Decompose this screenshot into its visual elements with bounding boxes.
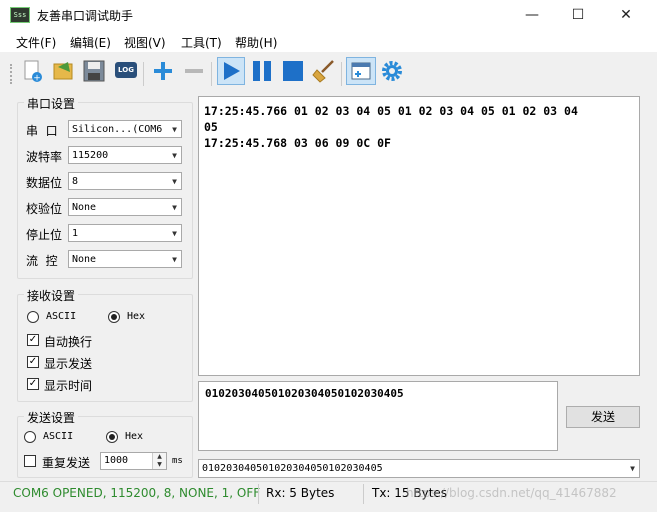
port-value: Silicon...(COM6 <box>72 124 163 135</box>
flow-label: 流 控 <box>26 254 58 268</box>
receive-hex-label: Hex <box>127 311 146 322</box>
status-divider <box>258 484 259 504</box>
clear-broom-icon[interactable] <box>311 58 337 84</box>
send-button[interactable]: 发送 <box>566 406 640 428</box>
send-hex-radio[interactable] <box>106 431 118 443</box>
send-hex-label: Hex <box>125 431 144 442</box>
toolbar: + LOG <box>0 54 657 88</box>
play-button[interactable] <box>217 57 245 85</box>
status-bar: COM6 OPENED, 115200, 8, NONE, 1, OFF Rx:… <box>0 481 657 512</box>
stopbits-select[interactable]: 1 ▼ <box>68 224 182 242</box>
auto-wrap-checkbox[interactable]: ✓ <box>27 334 39 346</box>
save-icon[interactable] <box>81 58 107 84</box>
window-toggle-button[interactable] <box>346 57 376 85</box>
gear-icon[interactable] <box>379 58 405 84</box>
parity-select[interactable]: None ▼ <box>68 198 182 216</box>
play-icon <box>224 62 240 80</box>
databits-value: 8 <box>72 176 79 187</box>
maximize-button[interactable]: ☐ <box>555 0 601 30</box>
send-ascii-radio[interactable] <box>24 431 36 443</box>
receive-line: 17:25:45.768 03 06 09 0C 0F <box>204 136 391 150</box>
pause-icon[interactable] <box>249 58 275 84</box>
log-label: LOG <box>115 62 137 78</box>
baud-label: 波特率 <box>26 150 63 164</box>
send-history-select[interactable]: 010203040501020304050102030405 ▼ <box>198 459 640 478</box>
stop-icon[interactable] <box>280 58 306 84</box>
databits-label: 数据位 <box>26 176 63 190</box>
send-ascii-label: ASCII <box>43 431 74 442</box>
log-icon[interactable]: LOG <box>113 58 139 84</box>
receive-line: 17:25:45.766 01 02 03 04 05 01 02 03 04 … <box>204 104 578 118</box>
receive-line: 05 <box>204 120 218 134</box>
repeat-send-checkbox[interactable] <box>24 455 36 467</box>
rx-count: Rx: 5 Bytes <box>266 486 335 500</box>
window-title: 友善串口调试助手 <box>37 9 134 23</box>
flow-value: None <box>72 254 97 265</box>
port-label: 串 口 <box>26 124 58 138</box>
parity-value: None <box>72 202 97 213</box>
receive-textarea[interactable]: 17:25:45.766 01 02 03 04 05 01 02 03 04 … <box>198 96 640 376</box>
chevron-down-icon: ▼ <box>172 151 177 160</box>
toolbar-separator <box>211 62 212 86</box>
show-time-label: 显示时间 <box>44 379 93 393</box>
add-icon[interactable] <box>150 58 176 84</box>
svg-text:+: + <box>33 74 41 84</box>
minimize-button[interactable]: — <box>509 0 555 30</box>
chevron-down-icon: ▼ <box>172 229 177 238</box>
receive-ascii-radio[interactable] <box>27 311 39 323</box>
send-history-value: 010203040501020304050102030405 <box>202 463 383 474</box>
baud-select[interactable]: 115200 ▼ <box>68 146 182 164</box>
menu-view[interactable]: 视图(V) <box>124 34 166 51</box>
send-textarea[interactable]: 010203040501020304050102030405 <box>198 381 558 451</box>
receive-ascii-label: ASCII <box>46 311 77 322</box>
window-icon <box>351 62 371 80</box>
interval-unit: ms <box>172 456 183 466</box>
watermark-text: https://blog.csdn.net/qq_41467882 <box>406 486 617 500</box>
parity-label: 校验位 <box>26 202 63 216</box>
flow-select[interactable]: None ▼ <box>68 250 182 268</box>
status-divider <box>363 484 364 504</box>
receive-hex-radio[interactable] <box>108 311 120 323</box>
show-send-label: 显示发送 <box>44 357 93 371</box>
toolbar-grip <box>10 64 14 84</box>
chevron-down-icon: ▼ <box>172 125 177 134</box>
port-select[interactable]: Silicon...(COM6 ▼ <box>68 120 182 138</box>
chevron-down-icon: ▼ <box>172 177 177 186</box>
serial-settings-title: 串口设置 <box>24 95 79 112</box>
receive-settings-title: 接收设置 <box>24 287 79 304</box>
menu-tools[interactable]: 工具(T) <box>181 34 222 51</box>
open-folder-icon[interactable] <box>50 58 76 84</box>
stopbits-label: 停止位 <box>26 228 63 242</box>
connection-status: COM6 OPENED, 115200, 8, NONE, 1, OFF <box>13 486 261 500</box>
chevron-down-icon: ▼ <box>630 464 635 473</box>
menu-help[interactable]: 帮助(H) <box>235 34 277 51</box>
title-bar: Sss 友善串口调试助手 — ☐ ✕ <box>0 0 657 30</box>
chevron-down-icon: ▼ <box>172 255 177 264</box>
remove-icon[interactable] <box>181 58 207 84</box>
stopbits-value: 1 <box>72 228 79 239</box>
interval-spinner[interactable]: ▲ ▼ <box>152 453 166 469</box>
auto-wrap-label: 自动换行 <box>44 335 93 349</box>
show-send-checkbox[interactable]: ✓ <box>27 356 39 368</box>
new-file-icon[interactable]: + <box>20 58 46 84</box>
menu-edit[interactable]: 编辑(E) <box>70 34 111 51</box>
repeat-send-label: 重复发送 <box>42 456 91 470</box>
menu-file[interactable]: 文件(F) <box>16 34 56 51</box>
toolbar-separator <box>341 62 342 86</box>
app-icon: Sss <box>10 7 30 23</box>
chevron-down-icon: ▼ <box>172 203 177 212</box>
menu-bar: 文件(F) 编辑(E) 视图(V) 工具(T) 帮助(H) <box>0 30 657 52</box>
send-settings-title: 发送设置 <box>24 409 79 426</box>
toolbar-separator <box>143 62 144 86</box>
show-time-checkbox[interactable]: ✓ <box>27 378 39 390</box>
close-button[interactable]: ✕ <box>603 0 649 30</box>
databits-select[interactable]: 8 ▼ <box>68 172 182 190</box>
baud-value: 115200 <box>72 150 109 161</box>
